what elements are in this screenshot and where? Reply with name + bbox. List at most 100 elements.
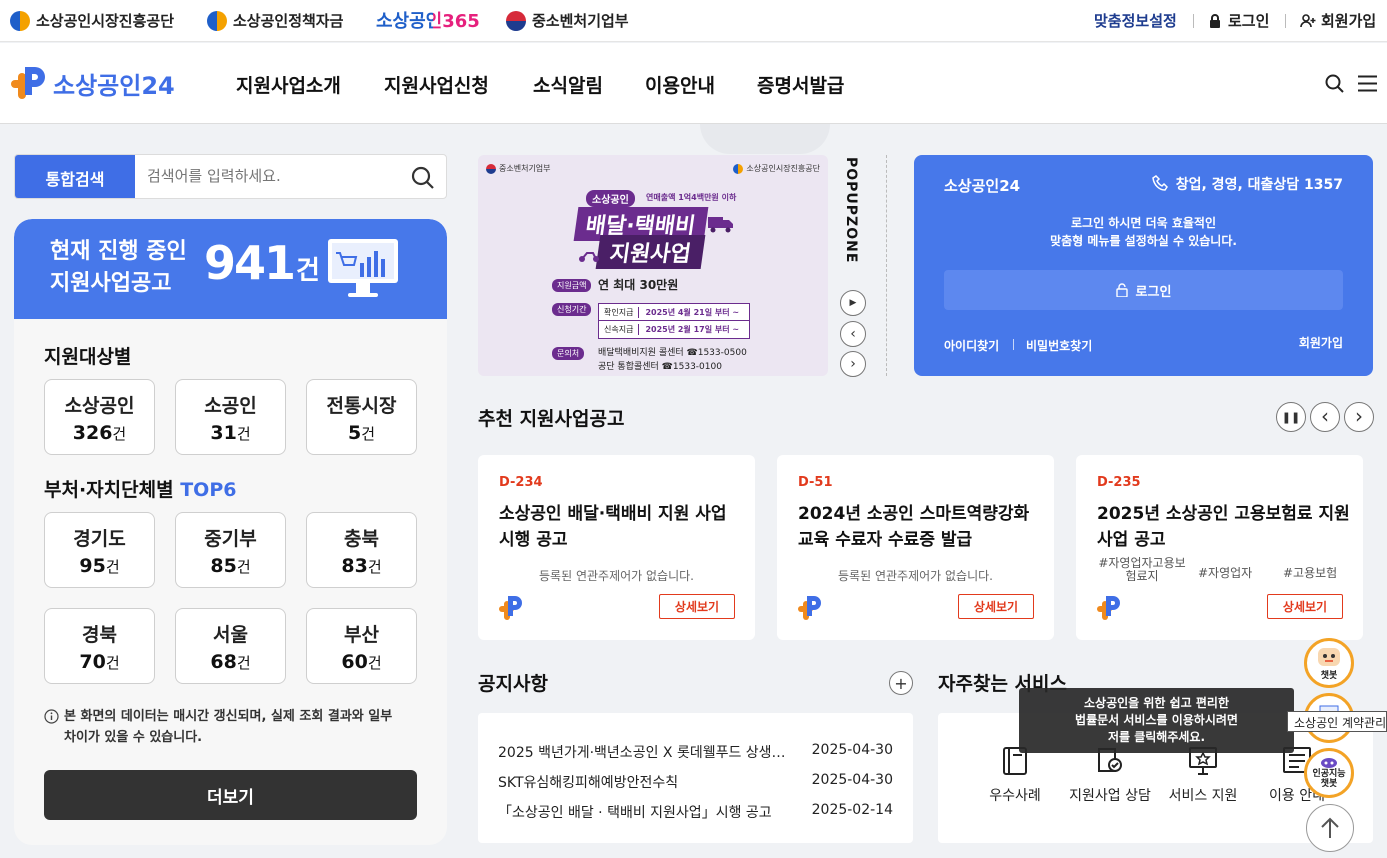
recommend-title: 추천 지원사업공고 (478, 408, 625, 430)
chevron-right-icon: › (850, 356, 856, 372)
site-logo[interactable]: 소상공인24 (11, 65, 175, 101)
recommend-card[interactable]: D-235 2025년 소상공인 고용보험료 지원사업 공고 #자영업자고용보험… (1076, 455, 1363, 640)
service-consult[interactable]: 지원사업 상담 (1069, 785, 1151, 805)
popup-amount: 연 최대 30만원 (598, 278, 679, 292)
login-card-title: 소상공인24 (944, 177, 1021, 195)
contract-tooltip: 소상공인 계약관리 (1287, 711, 1387, 732)
nav-menu-news[interactable]: 소식알림 (533, 71, 603, 98)
divider (1013, 339, 1014, 350)
nav-menu-guide[interactable]: 이용안내 (645, 71, 715, 98)
recommend-prev-button[interactable]: ‹ (1310, 402, 1340, 432)
panel-note: 본 화면의 데이터는 매시간 갱신되며, 실제 조회 결과와 일부 차이가 있을… (64, 709, 393, 745)
region-box[interactable]: 서울 68건 (175, 608, 286, 684)
region-box[interactable]: 경기도 95건 (44, 512, 155, 588)
notice-date: 2025-04-30 (811, 742, 893, 758)
target-box-manufacturer[interactable]: 소공인 31건 (175, 379, 286, 455)
login-message: 로그인 하시면 더욱 효율적인 맞춤형 메뉴를 설정하실 수 있습니다. (1050, 216, 1237, 248)
dday-badge: D-234 (499, 475, 543, 490)
popup-prev-button[interactable]: ‹ (840, 321, 866, 347)
popupzone-label: POPUPZONE (843, 157, 859, 264)
detail-button[interactable]: 상세보기 (659, 594, 735, 619)
search-input[interactable] (147, 167, 397, 185)
divider (1285, 14, 1286, 28)
card-tag[interactable]: #자영업자 (1198, 564, 1252, 581)
signup-link[interactable]: 회원가입 (1300, 10, 1376, 31)
notice-row[interactable]: 「소상공인 배달 · 택배비 지원사업」시행 공고 (498, 802, 772, 822)
custom-info-link[interactable]: 맞춤정보설정 (1094, 10, 1177, 31)
logo-icon (11, 67, 45, 99)
chatbot-icon (1318, 647, 1340, 666)
chevron-right-icon: › (1355, 403, 1363, 428)
recommend-card[interactable]: D-51 2024년 소공인 스마트역량강화 교육 수료자 수료증 발급 등록된… (777, 455, 1054, 640)
popup-title2: 지원사업 (595, 235, 706, 269)
service-best-cases[interactable]: 우수사례 (975, 785, 1055, 805)
plus-icon: + (894, 673, 908, 693)
popup-banner[interactable]: 중소벤처기업부 소상공인시장진흥공단 소상공인 연매출액 1억4백만원 이하 배… (478, 155, 828, 376)
search-icon[interactable] (411, 166, 435, 190)
signup-link[interactable]: 회원가입 (1299, 334, 1343, 351)
recommend-next-button[interactable]: › (1344, 402, 1374, 432)
taegeuk-icon (486, 163, 496, 174)
region-box[interactable]: 경북 70건 (44, 608, 155, 684)
card-tag[interactable]: #자영업자고용보험료지 (1097, 557, 1187, 583)
detail-button[interactable]: 상세보기 (1267, 594, 1343, 619)
login-button[interactable]: 로그인 (944, 270, 1343, 310)
util-link-policy-fund[interactable]: 소상공인정책자금 (207, 10, 343, 31)
region-box[interactable]: 부산 60건 (306, 608, 417, 684)
truck-icon (708, 217, 733, 233)
semas-logo-icon (733, 163, 744, 174)
more-button[interactable]: 더보기 (44, 770, 417, 820)
dashboard-monitor-icon (328, 239, 398, 297)
util-link-365[interactable]: 소상공인365 (376, 7, 480, 33)
recommend-pause-button[interactable]: ❚❚ (1276, 402, 1306, 432)
logo-icon (1097, 596, 1120, 620)
util-link-semas[interactable]: 소상공인시장진흥공단 (10, 10, 174, 31)
ai-chatbot-button[interactable]: 인공지능 챗봇 (1304, 748, 1354, 798)
search-label-button[interactable]: 통합검색 (15, 155, 135, 198)
notice-more-button[interactable]: + (889, 671, 913, 695)
popup-play-button[interactable]: ▶ (840, 290, 866, 316)
util-link-mss[interactable]: 중소벤처기업부 (506, 10, 629, 31)
nav-menu-apply[interactable]: 지원사업신청 (384, 71, 489, 98)
find-pw-link[interactable]: 비밀번호찾기 (1026, 337, 1092, 354)
ai-robot-icon (1321, 758, 1337, 768)
summary-header: 현재 진행 중인 지원사업공고 941 건 (14, 219, 447, 319)
background-decoration (700, 124, 830, 154)
target-box-smallbiz[interactable]: 소상공인 326건 (44, 379, 155, 455)
scroll-top-button[interactable] (1306, 804, 1354, 852)
arrow-up-icon (1321, 817, 1339, 838)
logo-icon (798, 596, 821, 620)
nav-menu-certificate[interactable]: 증명서발급 (757, 71, 844, 98)
card-title: 2025년 소상공인 고용보험료 지원사업 공고 (1097, 504, 1350, 550)
search-icon[interactable] (1325, 74, 1345, 94)
integrated-search: 통합검색 (14, 154, 447, 199)
popup-next-button[interactable]: › (840, 351, 866, 377)
target-box-market[interactable]: 전통시장 5건 (306, 379, 417, 455)
find-id-link[interactable]: 아이디찾기 (944, 337, 999, 354)
semas-logo-icon (207, 10, 227, 31)
popup-badge: 소상공인 (586, 190, 635, 207)
card-title: 2024년 소공인 스마트역량강화 교육 수료자 수료증 발급 (798, 504, 1030, 550)
service-support[interactable]: 서비스 지원 (1163, 785, 1243, 805)
region-box[interactable]: 충북 83건 (306, 512, 417, 588)
chevron-left-icon: ‹ (1321, 403, 1329, 428)
summary-line2: 지원사업공고 (50, 271, 172, 296)
detail-button[interactable]: 상세보기 (958, 594, 1034, 619)
consult-phone[interactable]: 창업, 경영, 대출상담 1357 (1151, 174, 1343, 194)
play-icon: ▶ (849, 298, 857, 308)
login-link[interactable]: 로그인 (1208, 10, 1269, 31)
notice-row[interactable]: 2025 백년가게·백년소공인 X 롯데웰푸드 상생… (498, 742, 786, 762)
notice-list: 2025 백년가게·백년소공인 X 롯데웰푸드 상생… 2025-04-30 S… (478, 713, 913, 843)
nav-menu-intro[interactable]: 지원사업소개 (236, 71, 341, 98)
card-tag[interactable]: #고용보험 (1283, 564, 1337, 581)
card-note: 등록된 연관주제어가 없습니다. (539, 569, 694, 583)
notice-row[interactable]: SKT유심해킹피해예방안전수칙 (498, 772, 678, 792)
menu-icon[interactable] (1358, 75, 1377, 92)
recommend-card[interactable]: D-234 소상공인 배달·택배비 지원 사업 시행 공고 등록된 연관주제어가… (478, 455, 755, 640)
legal-service-tooltip: 소상공인을 위한 쉽고 편리한 법률문서 서비스를 이용하시려면 저를 클릭해주… (1019, 688, 1294, 753)
card-note: 등록된 연관주제어가 없습니다. (838, 569, 993, 583)
main-nav: 소상공인24 지원사업소개 지원사업신청 소식알림 이용안내 증명서발급 (0, 43, 1387, 124)
by-region-title: 부처·자치단체별 TOP6 (44, 479, 237, 501)
chatbot-button[interactable]: 챗봇 (1304, 638, 1354, 688)
region-box[interactable]: 중기부 85건 (175, 512, 286, 588)
